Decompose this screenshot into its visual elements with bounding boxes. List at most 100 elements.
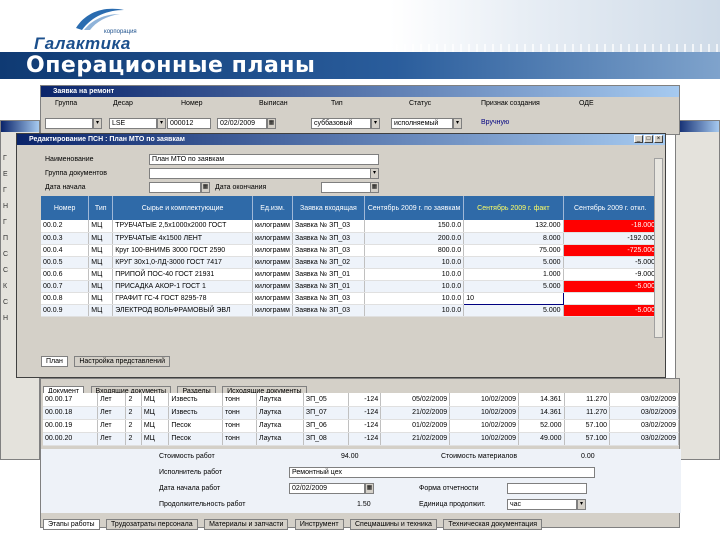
- table-row[interactable]: 00.0.7 МЦ ПРИСАДКА АКОР-1 ГОСТ 1 килограмм З…: [41, 280, 659, 293]
- table-cell[interactable]: Заявка № ЗП_02: [292, 256, 365, 269]
- table-cell[interactable]: -192.000: [563, 232, 659, 245]
- minimize-button[interactable]: _: [634, 135, 643, 143]
- table-cell[interactable]: МЦ: [141, 393, 170, 407]
- th-unit[interactable]: Ед.изм.: [252, 196, 293, 220]
- table-cell[interactable]: 00.0.9: [41, 304, 90, 317]
- table-cell[interactable]: килограмм: [252, 232, 293, 245]
- table-cell[interactable]: Лет: [97, 432, 127, 446]
- table-cell[interactable]: тонн: [222, 393, 257, 407]
- table-cell[interactable]: ЗП_05: [303, 393, 349, 407]
- table-row[interactable]: 00.0.2 МЦ ТРУБЧАТЫЕ 2,5х1000х2000 ГОСТ кило…: [41, 220, 659, 233]
- table-cell[interactable]: 10/02/2009: [449, 406, 520, 420]
- table-cell[interactable]: Заявка № ЗП_03: [292, 304, 365, 317]
- table-cell[interactable]: -124: [348, 393, 382, 407]
- table-cell[interactable]: 2: [125, 419, 142, 433]
- table-cell[interactable]: Песок: [168, 432, 223, 446]
- table-cell[interactable]: 11.270: [564, 406, 611, 420]
- tab-materials[interactable]: Материалы и запчасти: [204, 519, 289, 530]
- table-cell[interactable]: Заявка № ЗП_01: [292, 268, 365, 281]
- table-cell[interactable]: -124: [348, 419, 382, 433]
- table-cell[interactable]: 5.000: [463, 256, 564, 269]
- table-cell[interactable]: килограмм: [252, 244, 293, 257]
- table-cell[interactable]: Заявка № ЗП_03: [292, 292, 365, 305]
- table-cell[interactable]: МЦ: [88, 232, 114, 245]
- table-cell[interactable]: килограмм: [252, 268, 293, 281]
- unit-field[interactable]: час: [507, 499, 577, 510]
- table-cell[interactable]: Лаутка: [256, 393, 304, 407]
- table-cell[interactable]: 11.270: [564, 393, 611, 407]
- table-cell[interactable]: -5.000: [563, 256, 659, 269]
- table-cell[interactable]: 5.000: [463, 280, 564, 293]
- th-material[interactable]: Сырье и комплектующие: [112, 196, 253, 220]
- table-cell[interactable]: Заявка № ЗП_03: [292, 244, 365, 257]
- table-cell[interactable]: [563, 292, 659, 305]
- start-work-picker[interactable]: ▦: [365, 483, 374, 494]
- th-number[interactable]: Номер: [41, 196, 90, 220]
- maximize-button[interactable]: □: [644, 135, 653, 143]
- table-row[interactable]: 00.0.6 МЦ ПРИПОЙ ПОС-40 ГОСТ 21931 килограм…: [41, 268, 659, 281]
- table-cell[interactable]: МЦ: [88, 280, 114, 293]
- table-cell[interactable]: 00.0.2: [41, 220, 90, 233]
- table-cell[interactable]: 800.0.0: [364, 244, 465, 257]
- type-field[interactable]: суббазовый: [311, 118, 371, 129]
- table-row[interactable]: 00.00.20 Лет 2 МЦ Песок тонн Лаутка ЗП_08 -124 21…: [43, 432, 679, 446]
- table-cell[interactable]: тонн: [222, 419, 257, 433]
- report-form-field[interactable]: [507, 483, 587, 494]
- psn-window[interactable]: Редактирование ПСН : План МТО по заявкам…: [16, 133, 666, 378]
- table-cell[interactable]: МЦ: [88, 268, 114, 281]
- table-cell[interactable]: ТРУБЧАТЫЕ 4х1500 ЛЕНТ: [112, 232, 253, 245]
- table-cell[interactable]: МЦ: [88, 292, 114, 305]
- table-cell[interactable]: 00.00.17: [43, 393, 99, 407]
- table-cell[interactable]: -5.000: [563, 280, 659, 293]
- number-field[interactable]: 000012: [167, 118, 211, 129]
- table-cell[interactable]: ЗП_06: [303, 419, 349, 433]
- table-cell[interactable]: 132.000: [463, 220, 564, 233]
- table-row[interactable]: 00.0.9 МЦ ЭЛЕКТРОД ВОЛЬФРАМОВЫЙ ЭВЛ килогра…: [41, 304, 659, 317]
- table-cell[interactable]: Заявка № ЗП_01: [292, 280, 365, 293]
- table-cell[interactable]: 8.000: [463, 232, 564, 245]
- zayavka-window[interactable]: Заявка на ремонт Группа Десар Номер Выпи…: [40, 85, 680, 135]
- table-cell[interactable]: Круг 100-ВНИМБ 3000 ГОСТ 2590: [112, 244, 253, 257]
- table-cell[interactable]: 10.0.0: [364, 268, 465, 281]
- tab-plan[interactable]: План: [41, 356, 68, 367]
- desar-field[interactable]: LSE: [109, 118, 157, 129]
- table-cell[interactable]: МЦ: [141, 406, 170, 420]
- table-cell[interactable]: КРУГ 30х1,0-ЛД-3000 ГОСТ 7417: [112, 256, 253, 269]
- group-docs-field[interactable]: [149, 168, 371, 179]
- table-cell[interactable]: 00.0.3: [41, 232, 90, 245]
- table-cell[interactable]: 03/02/2009: [609, 406, 679, 420]
- table-cell[interactable]: 05/02/2009: [380, 393, 451, 407]
- table-cell[interactable]: МЦ: [88, 304, 114, 317]
- tab-tech-docs[interactable]: Техническая документация: [443, 519, 543, 530]
- psn-scrollbar[interactable]: [654, 158, 663, 338]
- th-request[interactable]: Заявка входящая: [292, 196, 365, 220]
- table-cell[interactable]: Лет: [97, 419, 127, 433]
- table-cell[interactable]: 01/02/2009: [380, 419, 451, 433]
- table-cell[interactable]: тонн: [222, 432, 257, 446]
- table-cell[interactable]: 00.00.20: [43, 432, 99, 446]
- table-cell[interactable]: МЦ: [141, 432, 170, 446]
- table-cell[interactable]: 1.000: [463, 268, 564, 281]
- table-cell[interactable]: 00.00.18: [43, 406, 99, 420]
- table-row[interactable]: 00.0.4 МЦ Круг 100-ВНИМБ 3000 ГОСТ 2590 кил…: [41, 244, 659, 257]
- table-cell[interactable]: 10/02/2009: [449, 432, 520, 446]
- table-cell[interactable]: 150.0.0: [364, 220, 465, 233]
- table-cell[interactable]: Лаутка: [256, 419, 304, 433]
- group-field[interactable]: [45, 118, 93, 129]
- table-cell[interactable]: ЭЛЕКТРОД ВОЛЬФРАМОВЫЙ ЭВЛ: [112, 304, 253, 317]
- table-cell[interactable]: 57.100: [564, 432, 611, 446]
- table-row[interactable]: 00.00.18 Лет 2 МЦ Известь тонн Лаутка ЗП_07 -124…: [43, 406, 679, 420]
- table-cell[interactable]: 00.00.19: [43, 419, 99, 433]
- end-date-field[interactable]: [321, 182, 371, 193]
- th-fact[interactable]: Сентябрь 2009 г. факт: [463, 196, 564, 220]
- table-cell[interactable]: Известь: [168, 393, 223, 407]
- executor-field[interactable]: Ремонтный цех: [289, 467, 595, 478]
- tab-work-stages[interactable]: Этапы работы: [43, 519, 100, 530]
- status-field[interactable]: исполняемый: [391, 118, 453, 129]
- table-row[interactable]: 00.0.8 МЦ ГРАФИТ ГС-4 ГОСТ 8295-78 килограм…: [41, 291, 659, 305]
- unit-dropdown[interactable]: ▾: [577, 499, 586, 510]
- main-window[interactable]: Документ Входящие документы Разделы Исхо…: [40, 378, 681, 530]
- table-cell[interactable]: ГРАФИТ ГС-4 ГОСТ 8295-78: [112, 292, 253, 305]
- table-cell[interactable]: Лет: [97, 406, 127, 420]
- group-dropdown[interactable]: ▾: [93, 118, 102, 129]
